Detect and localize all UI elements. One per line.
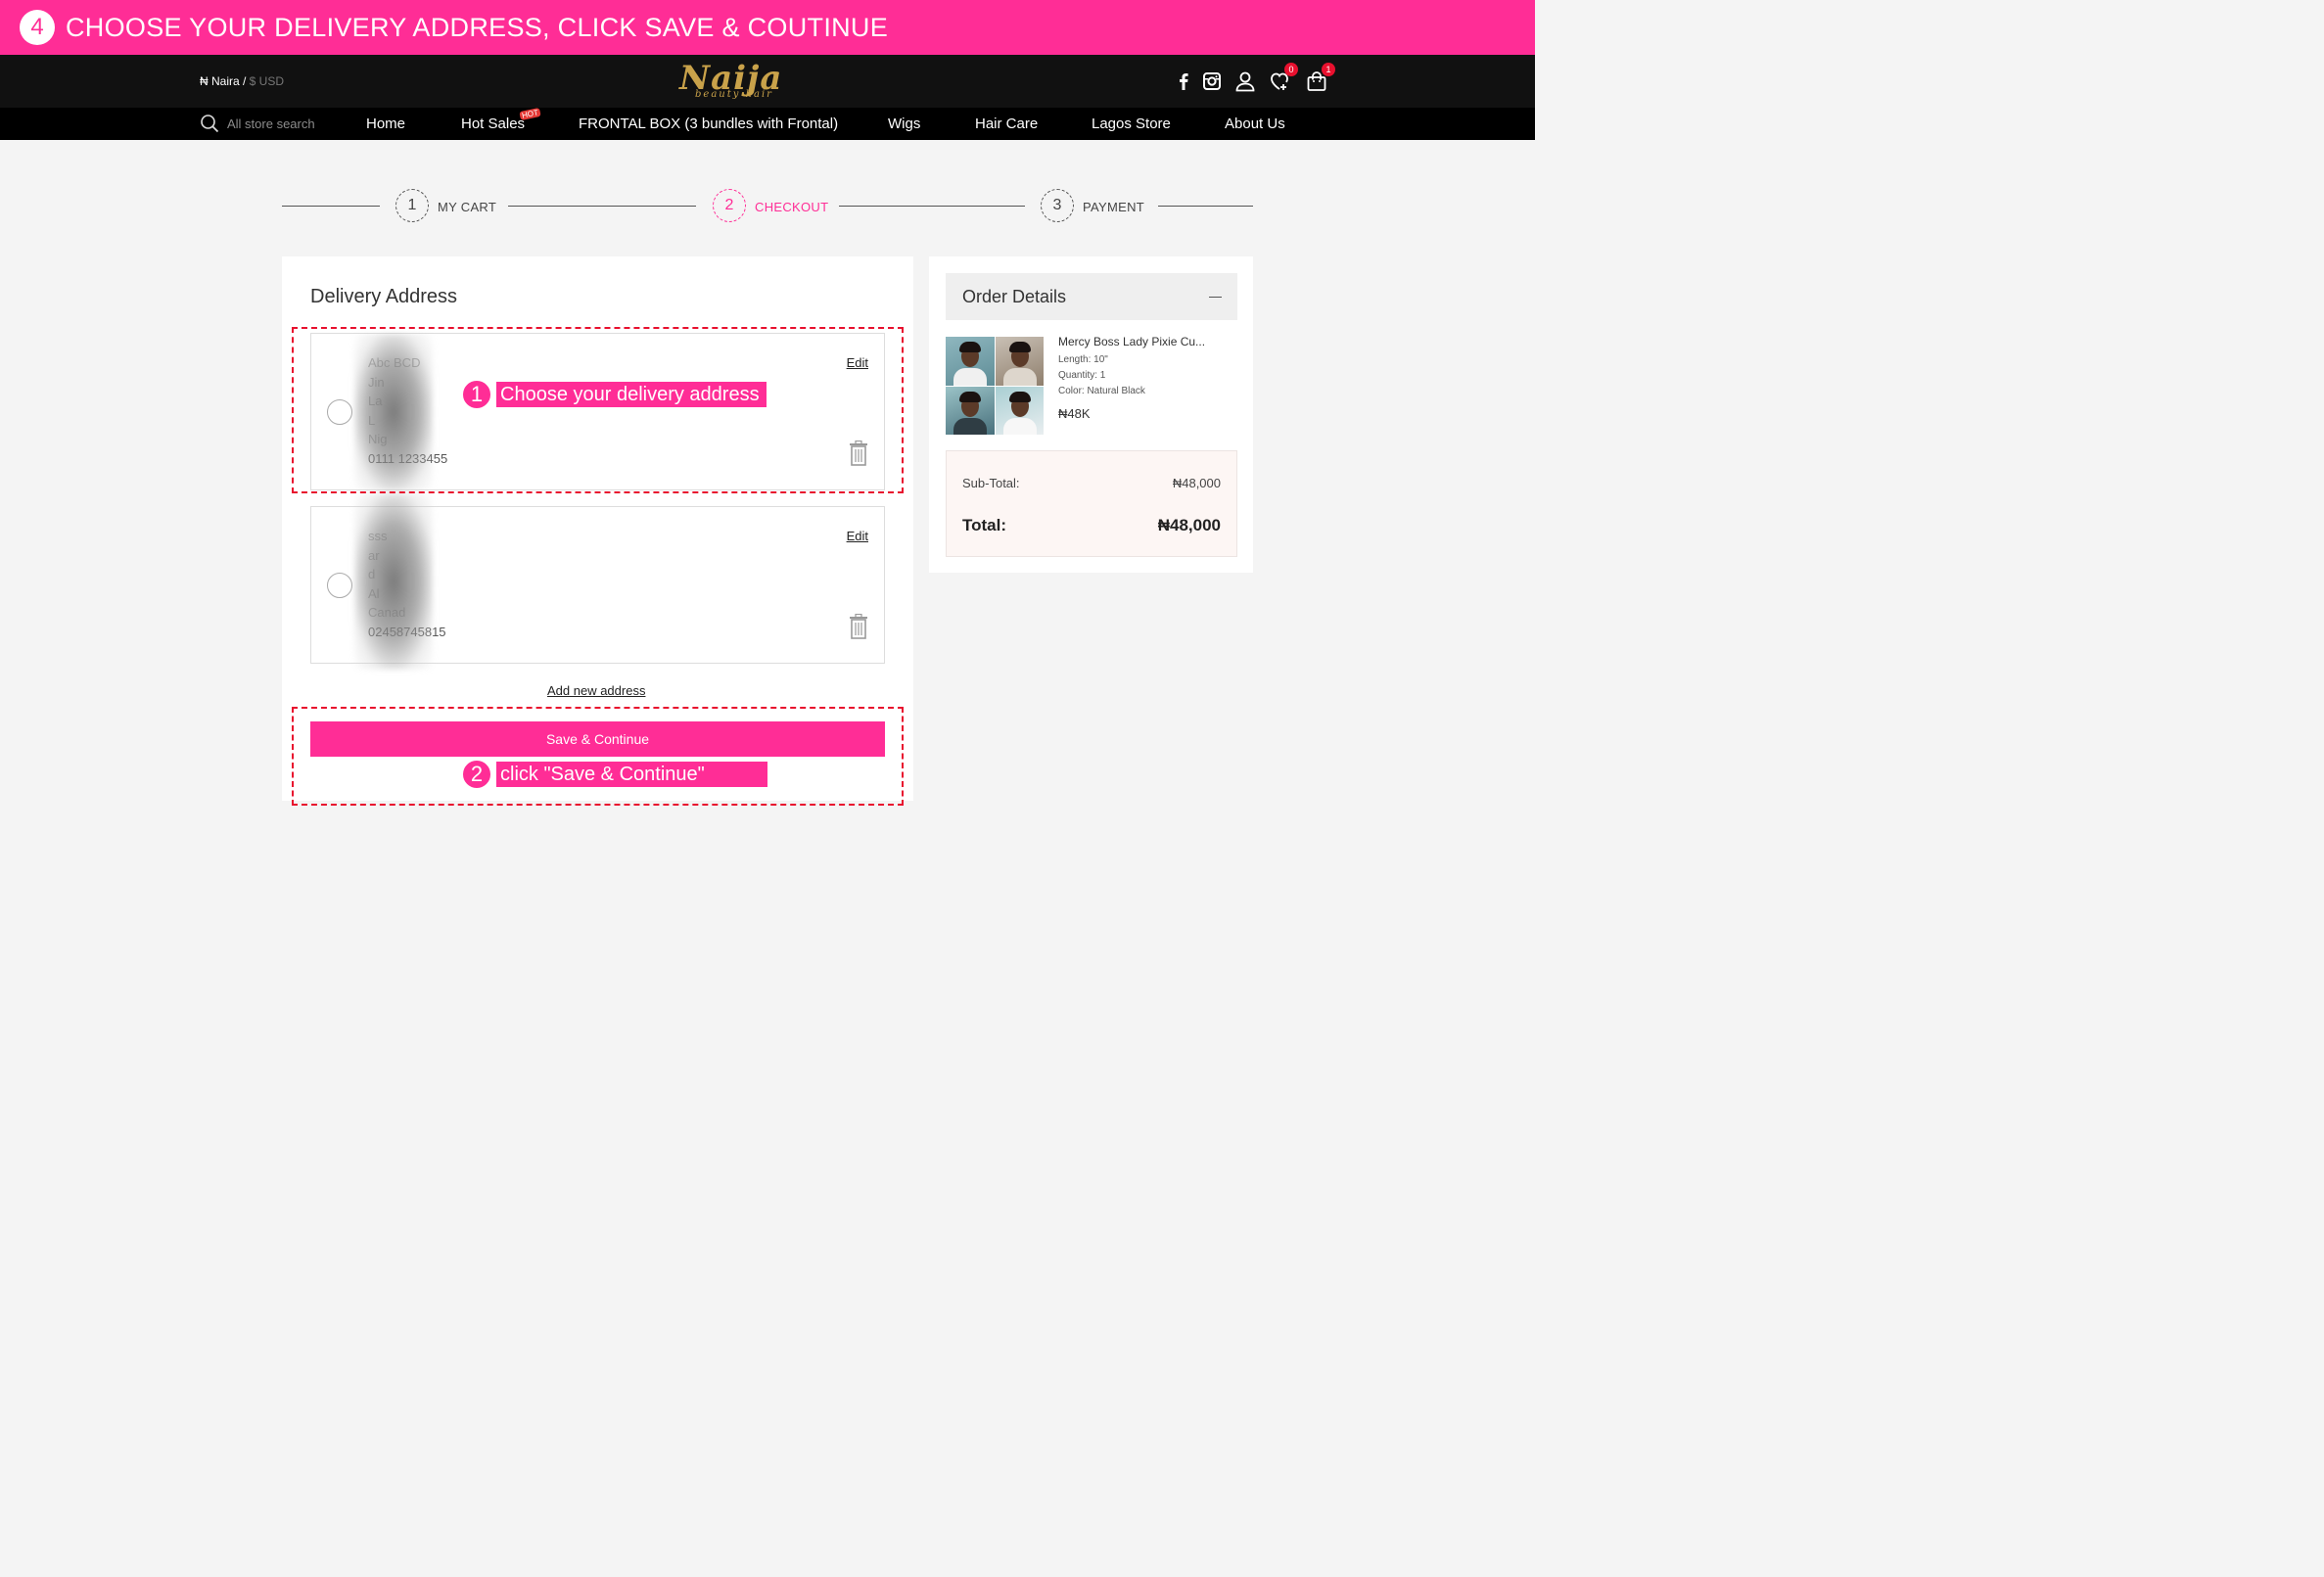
wishlist-count-badge: 0 — [1284, 63, 1298, 76]
main-nav: Home Hot Sales HOT FRONTAL BOX (3 bundle… — [0, 107, 1535, 140]
nav-frontal-box[interactable]: FRONTAL BOX (3 bundles with Frontal) — [579, 116, 838, 132]
annotation-2: 2 click "Save & Continue" — [461, 759, 767, 790]
annotation-2-number: 2 — [461, 759, 492, 790]
stepper-line — [282, 206, 380, 207]
product-quantity: Quantity: 1 — [1058, 370, 1106, 381]
product-thumbnail[interactable] — [946, 337, 1044, 435]
site-header: ₦ Naira / $ USD Naija beauty hair 0 1 — [0, 55, 1535, 108]
search-input[interactable] — [227, 116, 335, 131]
search-icon[interactable] — [200, 114, 219, 133]
step-1-circle[interactable]: 1 — [395, 189, 429, 222]
step-2-circle: 2 — [713, 189, 746, 222]
address-2-trash-icon[interactable] — [849, 614, 868, 639]
user-icon[interactable] — [1234, 70, 1256, 92]
nav-lagos-store[interactable]: Lagos Store — [1092, 116, 1171, 132]
stepper-line — [839, 206, 1025, 207]
annotation-highlight-address — [292, 327, 904, 493]
step-2-label: CHECKOUT — [755, 200, 829, 214]
nav-hot-sales-label: Hot Sales — [461, 116, 526, 132]
annotation-1-number: 1 — [461, 379, 492, 410]
privacy-blur — [354, 493, 433, 670]
order-details-header[interactable]: Order Details — [946, 273, 1237, 320]
total-value: ₦48,000 — [1157, 516, 1221, 534]
order-totals: Sub-Total: ₦48,000 Total: ₦48,000 — [946, 450, 1237, 557]
product-photo — [995, 386, 1044, 435]
store-search[interactable] — [200, 114, 335, 133]
step-3-label: PAYMENT — [1083, 200, 1145, 214]
logo-subtext: beauty hair — [695, 89, 773, 100]
delivery-address-title: Delivery Address — [310, 286, 458, 307]
annotation-highlight-save — [292, 707, 904, 806]
product-photo — [995, 337, 1044, 386]
nav-wigs[interactable]: Wigs — [888, 116, 920, 132]
cart-count-badge: 1 — [1322, 63, 1335, 76]
instagram-icon[interactable] — [1201, 70, 1223, 92]
step-1-label[interactable]: MY CART — [438, 200, 496, 214]
product-price: ₦48K — [1058, 406, 1091, 421]
order-details-panel: Order Details Mercy Boss Lady Pixie Cu..… — [929, 256, 1253, 573]
product-color: Color: Natural Black — [1058, 386, 1145, 396]
total-label: Total: — [962, 516, 1007, 534]
nav-hair-care[interactable]: Hair Care — [975, 116, 1038, 132]
nav-about-us[interactable]: About Us — [1225, 116, 1285, 132]
address-2-radio[interactable] — [327, 573, 352, 598]
subtotal-value: ₦48,000 — [1172, 476, 1221, 490]
cart-icon[interactable]: 1 — [1306, 63, 1335, 92]
annotation-1-text: Choose your delivery address — [496, 382, 767, 407]
currency-naira[interactable]: ₦ Naira / — [200, 74, 246, 88]
currency-usd[interactable]: $ USD — [246, 74, 284, 88]
banner-instruction: CHOOSE YOUR DELIVERY ADDRESS, CLICK SAVE… — [66, 12, 889, 42]
address-2-edit-link[interactable]: Edit — [847, 529, 868, 543]
nav-hot-sales[interactable]: Hot Sales HOT — [461, 107, 541, 132]
collapse-icon[interactable] — [1209, 297, 1222, 298]
stepper-line — [1158, 206, 1253, 207]
facebook-icon[interactable] — [1173, 70, 1194, 92]
site-logo[interactable]: Naija beauty hair — [679, 61, 781, 104]
product-name[interactable]: Mercy Boss Lady Pixie Cu... — [1058, 335, 1205, 348]
address-card-2[interactable]: sss ar d Al Canad 02458745815 Edit — [310, 493, 885, 670]
step-3-circle: 3 — [1041, 189, 1074, 222]
stepper-line — [508, 206, 696, 207]
banner-step-number: 4 — [20, 10, 55, 45]
product-photo — [946, 386, 995, 435]
hot-flag-icon: HOT — [519, 107, 541, 121]
tutorial-banner: 4 CHOOSE YOUR DELIVERY ADDRESS, CLICK SA… — [0, 0, 1535, 55]
order-details-title: Order Details — [962, 287, 1067, 306]
subtotal-label: Sub-Total: — [962, 476, 1020, 490]
wishlist-icon[interactable]: 0 — [1269, 63, 1298, 92]
product-length: Length: 10" — [1058, 354, 1108, 365]
nav-home[interactable]: Home — [366, 116, 405, 132]
add-new-address-link[interactable]: Add new address — [547, 683, 645, 698]
product-photo — [946, 337, 995, 386]
currency-switcher[interactable]: ₦ Naira / $ USD — [200, 74, 284, 88]
annotation-1: 1 Choose your delivery address — [461, 379, 767, 410]
annotation-2-text: click "Save & Continue" — [496, 762, 767, 787]
